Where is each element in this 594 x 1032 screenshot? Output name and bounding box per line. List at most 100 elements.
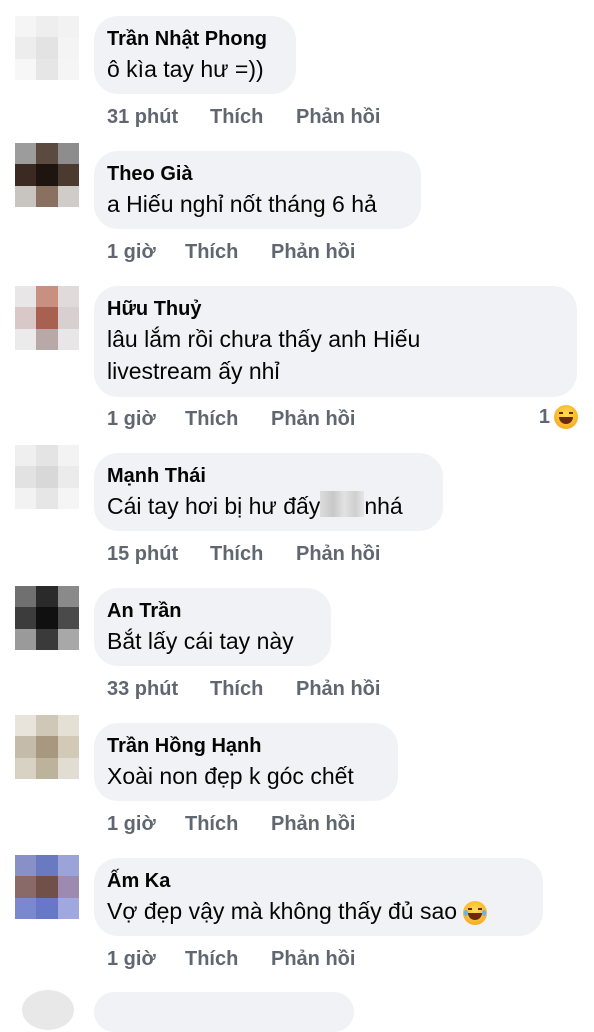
avatar-pixel: [15, 466, 37, 488]
comment-text: Bắt lấy cái tay này: [107, 628, 294, 654]
comment-actions: 1 giờ Thích Phản hồi: [107, 948, 355, 971]
avatar-pixel: [15, 143, 37, 165]
avatar-pixel: [57, 736, 79, 758]
avatar-pixel: [57, 586, 79, 608]
comment-actions: 1 giờ Thích Phản hồi: [107, 408, 355, 431]
avatar-pixel: [57, 715, 79, 737]
avatar-pixel: [15, 487, 37, 509]
avatar-pixel: [36, 466, 58, 488]
comment-actions: 1 giờ Thích Phản hồi: [107, 241, 355, 264]
reply-button[interactable]: Phản hồi: [271, 813, 355, 836]
avatar-pixel: [15, 16, 37, 38]
avatar[interactable]: [15, 286, 79, 350]
avatar-pixel: [36, 143, 58, 165]
avatar-pixel: [36, 855, 58, 877]
comment-author[interactable]: Trần Nhật Phong: [107, 25, 282, 53]
avatar-pixel: [57, 607, 79, 629]
avatar-pixel: [36, 897, 58, 919]
avatar-pixel: [57, 628, 79, 650]
comment-author[interactable]: An Trần: [107, 597, 317, 625]
avatar-pixel: [15, 876, 37, 898]
avatar-pixel: [36, 487, 58, 509]
avatar-pixel: [15, 58, 37, 80]
avatar-pixel: [57, 58, 79, 80]
avatar[interactable]: [15, 143, 79, 207]
comment-author[interactable]: Trần Hồng Hạnh: [107, 732, 384, 760]
reply-button[interactable]: Phản hồi: [271, 241, 355, 264]
comment-text: Vợ đẹp vậy mà không thấy đủ sao: [107, 895, 529, 927]
avatar-pixel: [15, 185, 37, 207]
reply-button[interactable]: Phản hồi: [271, 948, 355, 971]
avatar-pixel: [57, 445, 79, 467]
comment-actions: 1 giờ Thích Phản hồi: [107, 813, 355, 836]
comment-time[interactable]: 33 phút: [107, 678, 210, 701]
reply-button[interactable]: Phản hồi: [296, 678, 380, 701]
censored-blur: [320, 491, 365, 517]
comment-actions: 15 phút Thích Phản hồi: [107, 543, 380, 566]
avatar-pixel: [36, 445, 58, 467]
avatar[interactable]: [15, 715, 79, 779]
avatar-pixel: [57, 757, 79, 779]
avatar[interactable]: [15, 586, 79, 650]
comment-author[interactable]: Theo Già: [107, 160, 407, 188]
comment-time[interactable]: 1 giờ: [107, 241, 185, 264]
comment-text-part: nhá: [364, 493, 403, 519]
reply-button[interactable]: Phản hồi: [296, 543, 380, 566]
like-button[interactable]: Thích: [210, 678, 296, 701]
avatar[interactable]: [15, 445, 79, 509]
avatar-pixel: [36, 628, 58, 650]
like-button[interactable]: Thích: [185, 948, 271, 971]
avatar-pixel: [57, 307, 79, 329]
avatar-pixel: [36, 164, 58, 186]
avatar-pixel: [15, 855, 37, 877]
avatar-pixel: [36, 328, 58, 350]
avatar-pixel: [15, 715, 37, 737]
avatar-pixel: [57, 16, 79, 38]
avatar-pixel: [57, 897, 79, 919]
comment-time[interactable]: 31 phút: [107, 106, 210, 129]
avatar-pixel: [57, 37, 79, 59]
avatar-pixel: [15, 628, 37, 650]
avatar-pixel: [36, 607, 58, 629]
avatar-pixel: [57, 466, 79, 488]
comment-author[interactable]: Ấm Ka: [107, 867, 529, 895]
avatar-pixel: [57, 164, 79, 186]
like-button[interactable]: Thích: [185, 241, 271, 264]
comment-text-part: Cái tay hơi bị hư đấy: [107, 493, 321, 519]
avatar-pixel: [36, 586, 58, 608]
avatar-pixel: [57, 286, 79, 308]
comment-time[interactable]: 1 giờ: [107, 408, 185, 431]
comment-actions: 31 phút Thích Phản hồi: [107, 106, 380, 129]
crying-laughing-emoji-icon: [463, 900, 488, 925]
avatar-pixel: [36, 736, 58, 758]
like-button[interactable]: Thích: [210, 543, 296, 566]
reaction-count: 1: [538, 405, 550, 428]
avatar-pixel: [15, 286, 37, 308]
comment-text: Cái tay hơi bị hư đấy nhá: [107, 490, 429, 522]
avatar-pixel: [36, 16, 58, 38]
avatar[interactable]: [15, 16, 79, 80]
comment-time[interactable]: 15 phút: [107, 543, 210, 566]
laughing-emoji-icon: [554, 405, 578, 429]
next-comment-avatar[interactable]: [22, 990, 74, 1030]
comment-author[interactable]: Mạnh Thái: [107, 462, 429, 490]
avatar[interactable]: [15, 855, 79, 919]
comment-bubble: Trần Hồng Hạnh Xoài non đẹp k góc chết: [94, 723, 398, 801]
reply-button[interactable]: Phản hồi: [296, 106, 380, 129]
avatar-pixel: [57, 185, 79, 207]
avatar-pixel: [15, 445, 37, 467]
comment-author[interactable]: Hữu Thuỷ: [107, 295, 563, 323]
reply-button[interactable]: Phản hồi: [271, 408, 355, 431]
like-button[interactable]: Thích: [210, 106, 296, 129]
like-button[interactable]: Thích: [185, 813, 271, 836]
avatar-pixel: [15, 164, 37, 186]
avatar-pixel: [57, 143, 79, 165]
comment-bubble: Ấm Ka Vợ đẹp vậy mà không thấy đủ sao: [94, 858, 543, 936]
reaction-summary[interactable]: 1: [539, 405, 578, 429]
comment-time[interactable]: 1 giờ: [107, 948, 185, 971]
like-button[interactable]: Thích: [185, 408, 271, 431]
comment-text: ô kìa tay hư =)): [107, 56, 264, 82]
avatar-pixel: [36, 185, 58, 207]
avatar-pixel: [15, 328, 37, 350]
comment-time[interactable]: 1 giờ: [107, 813, 185, 836]
